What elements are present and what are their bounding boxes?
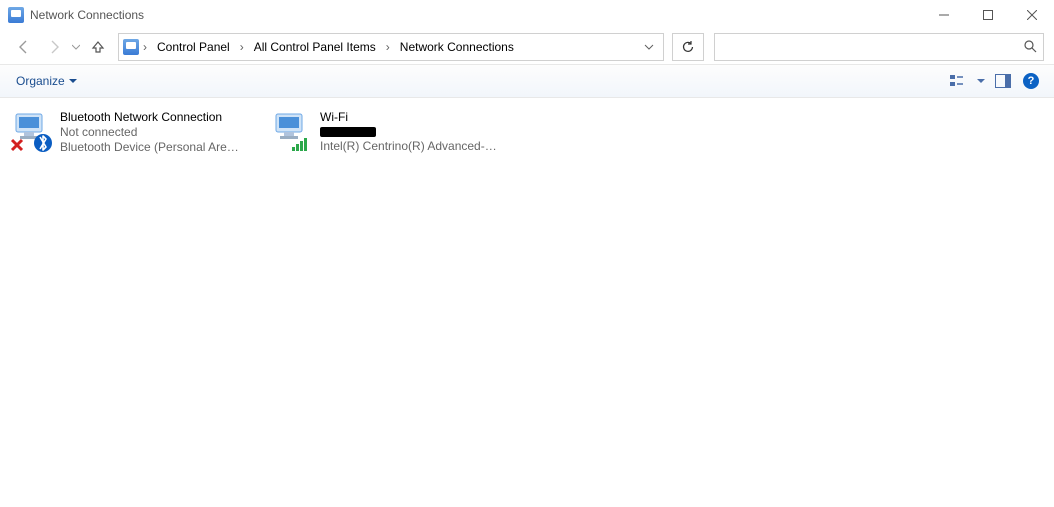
chevron-right-icon: › bbox=[139, 40, 151, 54]
item-status-redacted bbox=[320, 127, 376, 137]
search-box[interactable] bbox=[714, 33, 1044, 61]
back-button[interactable] bbox=[10, 33, 38, 61]
organize-label: Organize bbox=[16, 74, 65, 88]
history-dropdown[interactable] bbox=[70, 33, 82, 61]
refresh-button[interactable] bbox=[672, 33, 704, 61]
chevron-right-icon: › bbox=[382, 40, 394, 54]
search-input[interactable] bbox=[721, 39, 1023, 55]
search-icon[interactable] bbox=[1023, 39, 1037, 56]
chevron-right-icon: › bbox=[236, 40, 248, 54]
item-name: Wi-Fi bbox=[320, 110, 500, 125]
item-device: Intel(R) Centrino(R) Advanced-N ... bbox=[320, 139, 500, 154]
titlebar: Network Connections bbox=[0, 0, 1054, 30]
chevron-down-icon bbox=[69, 77, 77, 85]
view-options-button[interactable] bbox=[946, 69, 972, 93]
help-button[interactable]: ? bbox=[1018, 69, 1044, 93]
breadcrumb-seg-1[interactable]: Control Panel bbox=[151, 34, 236, 60]
up-button[interactable] bbox=[84, 33, 112, 61]
close-button[interactable] bbox=[1010, 0, 1054, 30]
wifi-connection-icon bbox=[270, 110, 312, 152]
breadcrumb-seg-3[interactable]: Network Connections bbox=[394, 34, 520, 60]
help-icon: ? bbox=[1023, 73, 1039, 89]
maximize-button[interactable] bbox=[966, 0, 1010, 30]
address-bar[interactable]: › Control Panel › All Control Panel Item… bbox=[118, 33, 664, 61]
location-icon bbox=[123, 39, 139, 55]
view-options-dropdown[interactable] bbox=[974, 69, 988, 93]
breadcrumb-seg-2[interactable]: All Control Panel Items bbox=[248, 34, 382, 60]
address-row: › Control Panel › All Control Panel Item… bbox=[0, 30, 1054, 64]
forward-button[interactable] bbox=[40, 33, 68, 61]
command-bar: Organize ? bbox=[0, 64, 1054, 98]
items-view: Bluetooth Network Connection Not connect… bbox=[0, 98, 1054, 507]
window-title: Network Connections bbox=[30, 8, 144, 22]
bluetooth-connection-icon bbox=[10, 110, 52, 152]
minimize-button[interactable] bbox=[922, 0, 966, 30]
connection-item-wifi[interactable]: Wi-Fi Intel(R) Centrino(R) Advanced-N ..… bbox=[266, 106, 512, 158]
organize-menu[interactable]: Organize bbox=[10, 72, 83, 90]
address-dropdown[interactable] bbox=[639, 42, 659, 52]
item-status: Not connected bbox=[60, 125, 240, 140]
network-connections-icon bbox=[8, 7, 24, 23]
item-name: Bluetooth Network Connection bbox=[60, 110, 240, 125]
preview-pane-button[interactable] bbox=[990, 69, 1016, 93]
connection-item-bluetooth[interactable]: Bluetooth Network Connection Not connect… bbox=[6, 106, 252, 159]
item-device: Bluetooth Device (Personal Area ... bbox=[60, 140, 240, 155]
